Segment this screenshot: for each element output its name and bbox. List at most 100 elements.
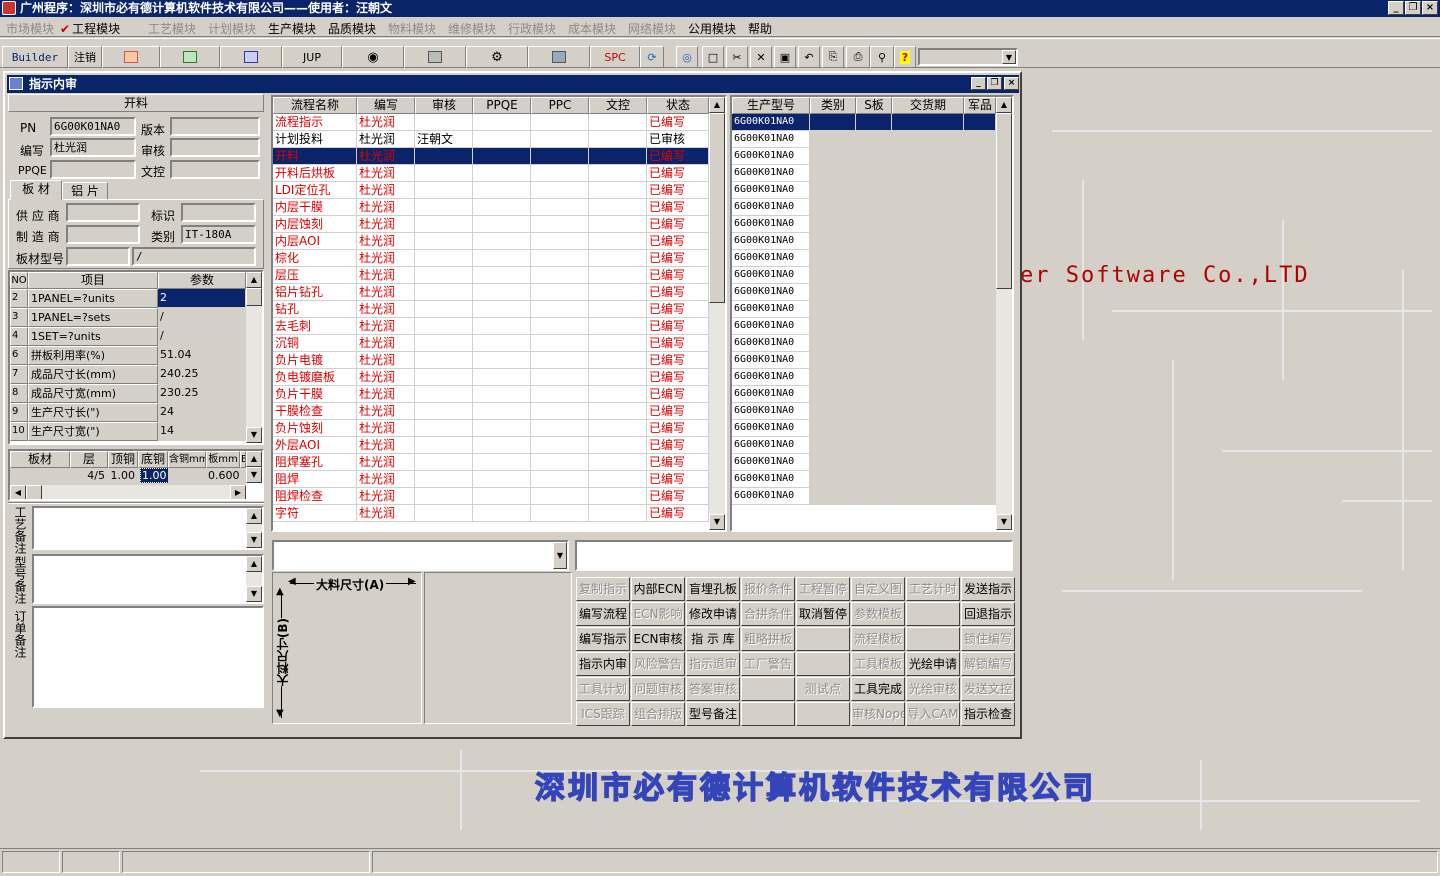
model-remark-field[interactable]: ▲ ▼ bbox=[32, 554, 264, 604]
process-remark-field[interactable]: ▲ ▼ bbox=[32, 506, 264, 550]
flow-cell[interactable] bbox=[531, 454, 589, 471]
flow-row-name[interactable]: 阻焊 bbox=[273, 471, 357, 488]
model-row-cell[interactable] bbox=[810, 437, 856, 454]
model-row-cell[interactable] bbox=[856, 386, 892, 403]
flow-cell[interactable] bbox=[589, 182, 647, 199]
model-row-cell[interactable] bbox=[964, 318, 996, 335]
undo-button[interactable]: ↶ bbox=[798, 46, 820, 68]
material-cell-selected[interactable]: 1.00 bbox=[140, 468, 168, 483]
flow-row-name[interactable]: 计划投料 bbox=[273, 131, 357, 148]
flow-cell[interactable] bbox=[415, 284, 473, 301]
model-row-cell[interactable] bbox=[810, 471, 856, 488]
menu-quality[interactable]: 品质模块 bbox=[328, 20, 376, 37]
flow-cell[interactable] bbox=[589, 131, 647, 148]
scroll-thumb[interactable] bbox=[246, 288, 262, 306]
cut-button[interactable]: ✂ bbox=[726, 46, 748, 68]
flow-row-status[interactable]: 已编写 bbox=[647, 454, 709, 471]
flow-cell[interactable]: 杜光润 bbox=[357, 318, 415, 335]
flow-cell[interactable] bbox=[473, 420, 531, 437]
params-row-value[interactable]: / bbox=[158, 308, 246, 327]
excel-button[interactable] bbox=[160, 46, 220, 68]
flow-cell[interactable] bbox=[415, 505, 473, 522]
flow-row-name[interactable]: 阻焊塞孔 bbox=[273, 454, 357, 471]
model-row-cell[interactable] bbox=[856, 488, 892, 505]
model-row-code[interactable]: 6G00K01NA0 bbox=[732, 420, 810, 437]
model-scroll-down-icon[interactable]: ▼ bbox=[996, 514, 1012, 530]
flow-cell[interactable]: 杜光润 bbox=[357, 437, 415, 454]
model-row-code[interactable]: 6G00K01NA0 bbox=[732, 216, 810, 233]
material-scroll-up-icon[interactable]: ▲ bbox=[246, 451, 262, 467]
flow-cell[interactable] bbox=[589, 250, 647, 267]
model-row-code[interactable]: 6G00K01NA0 bbox=[732, 267, 810, 284]
model-row-cell[interactable] bbox=[856, 318, 892, 335]
flow-cell[interactable] bbox=[589, 386, 647, 403]
model-row-cell[interactable] bbox=[856, 284, 892, 301]
flow-cell[interactable]: 杜光润 bbox=[357, 301, 415, 318]
model-row-cell[interactable] bbox=[856, 182, 892, 199]
flow-cell[interactable] bbox=[415, 471, 473, 488]
params-row-value[interactable]: 14 bbox=[158, 422, 246, 441]
model-row-cell[interactable] bbox=[964, 420, 996, 437]
flow-cell[interactable] bbox=[589, 165, 647, 182]
menu-process[interactable]: 工艺模块 bbox=[148, 20, 196, 37]
model-row-code[interactable]: 6G00K01NA0 bbox=[732, 233, 810, 250]
model-row-cell[interactable] bbox=[810, 182, 856, 199]
model-row-cell[interactable] bbox=[892, 182, 964, 199]
supplier-field[interactable] bbox=[66, 203, 140, 222]
model-grid[interactable]: ▲ ▼ 生产型号 类别 S板 交货期 军品 6G00K01NA0 6G00K01NA0 6G0… bbox=[730, 95, 1014, 532]
flow-row-status[interactable]: 已编写 bbox=[647, 250, 709, 267]
flow-row-status[interactable]: 已编写 bbox=[647, 437, 709, 454]
model-row-cell[interactable] bbox=[856, 420, 892, 437]
flow-row-status[interactable]: 已编写 bbox=[647, 369, 709, 386]
menu-market[interactable]: 市场模块 bbox=[6, 20, 54, 37]
flow-cell[interactable] bbox=[473, 386, 531, 403]
flow-row-name[interactable]: 去毛刺 bbox=[273, 318, 357, 335]
flow-cell[interactable] bbox=[589, 437, 647, 454]
model-row-cell[interactable] bbox=[856, 148, 892, 165]
flow-cell[interactable] bbox=[473, 267, 531, 284]
flow-row-status[interactable]: 已编写 bbox=[647, 403, 709, 420]
flow-cell[interactable]: 杜光润 bbox=[357, 386, 415, 403]
word-button[interactable] bbox=[220, 46, 282, 68]
flow-cell[interactable]: 杜光润 bbox=[357, 182, 415, 199]
flow-cell[interactable]: 杜光润 bbox=[357, 114, 415, 131]
flow-row-name[interactable]: 开料 bbox=[273, 148, 357, 165]
flow-row-status[interactable]: 已编写 bbox=[647, 301, 709, 318]
refresh-button[interactable]: ⟳ bbox=[640, 46, 664, 68]
flow-cell[interactable] bbox=[415, 199, 473, 216]
flow-cell[interactable]: 杜光润 bbox=[357, 165, 415, 182]
toolbar-combo[interactable]: ▼ bbox=[918, 48, 1018, 66]
model-row-cell[interactable] bbox=[856, 250, 892, 267]
model-row-code[interactable]: 6G00K01NA0 bbox=[732, 165, 810, 182]
flow-cell[interactable] bbox=[531, 267, 589, 284]
flow-cell[interactable] bbox=[473, 250, 531, 267]
flow-row-name[interactable]: 阻焊检查 bbox=[273, 488, 357, 505]
model-row-cell[interactable] bbox=[964, 216, 996, 233]
model-row-cell[interactable] bbox=[810, 403, 856, 420]
flow-cell[interactable]: 杜光润 bbox=[357, 403, 415, 420]
model-row-cell[interactable] bbox=[892, 369, 964, 386]
flow-cell[interactable] bbox=[531, 369, 589, 386]
model-row-cell[interactable] bbox=[964, 352, 996, 369]
flow-row-name[interactable]: 沉铜 bbox=[273, 335, 357, 352]
flow-cell[interactable] bbox=[589, 471, 647, 488]
flow-cell[interactable]: 杜光润 bbox=[357, 199, 415, 216]
model-row-cell[interactable] bbox=[964, 199, 996, 216]
action-button[interactable]: 测试点 bbox=[796, 677, 850, 701]
tab-board[interactable]: 板 材 bbox=[10, 180, 62, 200]
flow-row-status[interactable]: 已编写 bbox=[647, 318, 709, 335]
flow-row-status[interactable]: 已编写 bbox=[647, 233, 709, 250]
model-row-cell[interactable] bbox=[810, 267, 856, 284]
menu-engineering[interactable]: ✔ 工程模块 bbox=[60, 20, 120, 37]
model-row-cell[interactable] bbox=[810, 386, 856, 403]
action-button[interactable]: 工厂警告 bbox=[741, 652, 795, 676]
model-row-code[interactable]: 6G00K01NA0 bbox=[732, 148, 810, 165]
flow-cell[interactable] bbox=[531, 471, 589, 488]
model-row-cell[interactable] bbox=[810, 148, 856, 165]
find-button[interactable]: ⚲ bbox=[870, 46, 894, 68]
flow-cell[interactable] bbox=[415, 148, 473, 165]
model-row-code[interactable]: 6G00K01NA0 bbox=[732, 250, 810, 267]
model-row-cell[interactable] bbox=[964, 267, 996, 284]
model-row-cell[interactable] bbox=[892, 403, 964, 420]
flow-cell[interactable] bbox=[415, 335, 473, 352]
